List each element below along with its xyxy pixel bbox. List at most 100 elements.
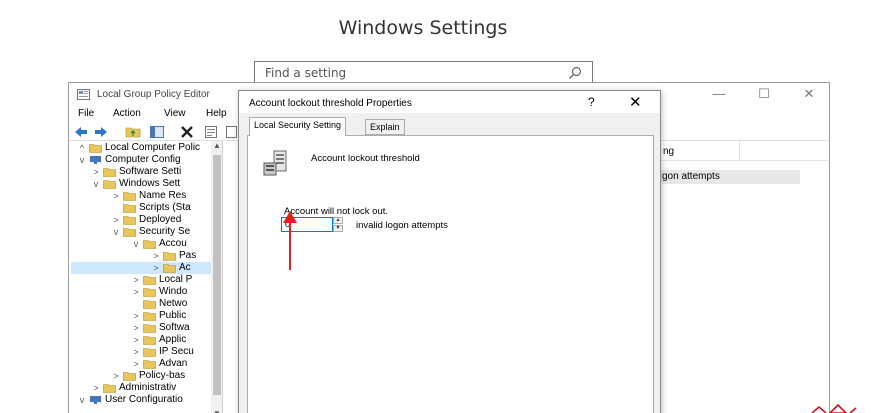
show-hide-tree-icon[interactable] <box>149 124 165 140</box>
tree-item-label: Windo <box>159 286 188 297</box>
annotation-arrow-icon <box>283 211 297 270</box>
tab-local-security-setting[interactable]: Local Security Setting <box>249 117 347 136</box>
tree-item[interactable]: > Windo <box>71 286 211 298</box>
menu-view[interactable]: View <box>164 108 186 119</box>
folder-icon <box>143 288 156 297</box>
tree-chevron-icon[interactable]: > <box>131 358 141 370</box>
help-button[interactable]: ? <box>588 95 595 109</box>
stepper-up-icon[interactable]: ▲ <box>333 217 343 224</box>
window-close-button[interactable]: ✕ <box>799 86 819 102</box>
policy-name: Account lockout threshold <box>311 153 420 164</box>
gpe-app-icon <box>77 89 90 100</box>
tree-chevron-icon[interactable]: > <box>131 274 141 286</box>
tree-item[interactable]: > Administrativ <box>71 382 211 394</box>
folder-icon <box>143 348 156 357</box>
tree-item[interactable]: v Windows Sett <box>71 178 211 190</box>
tree-item[interactable]: > Ac <box>71 262 211 274</box>
tree-chevron-icon[interactable]: > <box>111 214 121 226</box>
tree-item-label: Software Setti <box>119 166 182 177</box>
threshold-unit-label: invalid logon attempts <box>356 220 448 231</box>
dialog-title: Account lockout threshold Properties <box>249 98 412 109</box>
tree-item[interactable]: Netwo <box>71 298 211 310</box>
folder-icon <box>123 204 136 213</box>
folder-icon <box>143 276 156 285</box>
tree-item[interactable]: > Softwa <box>71 322 211 334</box>
stepper-down-icon[interactable]: ▼ <box>333 225 343 232</box>
tree-item-label: Accou <box>159 238 187 249</box>
tree-chevron-icon[interactable]: > <box>131 334 141 346</box>
tree-item-label: Local P <box>159 274 193 285</box>
tree-chevron-icon[interactable]: > <box>131 346 141 358</box>
tree-item[interactable]: ^ Local Computer Polic <box>71 142 211 154</box>
tree-item[interactable]: > Local P <box>71 274 211 286</box>
menu-action[interactable]: Action <box>113 108 141 119</box>
tree-chevron-icon[interactable]: > <box>131 322 141 334</box>
tree-scroll-thumb[interactable] <box>213 155 221 395</box>
tree-item[interactable]: > Applic <box>71 334 211 346</box>
tree-chevron-icon[interactable]: > <box>111 190 121 202</box>
tree-chevron-icon[interactable]: > <box>151 262 161 274</box>
folder-icon <box>123 192 136 201</box>
up-folder-icon[interactable] <box>125 124 141 140</box>
maximize-button[interactable]: ☐ <box>754 86 774 102</box>
folder-icon <box>103 168 116 177</box>
tree-item-label: Policy-bas <box>139 370 186 381</box>
tree-chevron-icon[interactable]: v <box>111 226 121 238</box>
scroll-down-arrow-icon[interactable]: ▼ <box>211 409 222 413</box>
tree-item-label: User Configuratio <box>105 394 183 405</box>
back-arrow-icon[interactable] <box>73 124 89 140</box>
tree-scrollbar[interactable]: ▲ ▼ <box>211 141 222 413</box>
menu-file[interactable]: File <box>78 108 94 119</box>
minimize-button[interactable]: — <box>709 86 729 101</box>
tree-chevron-icon[interactable]: > <box>131 310 141 322</box>
tree-item[interactable]: v Accou <box>71 238 211 250</box>
forward-arrow-icon[interactable] <box>93 124 109 140</box>
tree-item[interactable]: > Software Setti <box>71 166 211 178</box>
search-input[interactable] <box>255 62 565 84</box>
tree-chevron-icon[interactable]: v <box>91 178 101 190</box>
tree-item[interactable]: > Advan <box>71 358 211 370</box>
tree-chevron-icon[interactable]: ^ <box>77 142 87 154</box>
page-title: Windows Settings <box>338 17 508 39</box>
delete-icon[interactable] <box>179 124 195 140</box>
tree-item[interactable]: v Security Se <box>71 226 211 238</box>
tree-item[interactable]: > Policy-bas <box>71 370 211 382</box>
tree-item-label: Computer Config <box>105 154 181 165</box>
tab-explain[interactable]: Explain <box>365 119 405 135</box>
tree-item[interactable]: > Name Res <box>71 190 211 202</box>
tree-item-label: Deployed <box>139 214 182 225</box>
tree-item-label: Advan <box>159 358 188 369</box>
detail-column-header[interactable]: ng <box>659 141 829 161</box>
tree-chevron-icon[interactable]: v <box>77 394 87 406</box>
tree-chevron-icon[interactable]: > <box>91 166 101 178</box>
folder-icon <box>103 384 116 393</box>
tree-item[interactable]: v Computer Config <box>71 154 211 166</box>
tree-chevron-icon[interactable]: > <box>91 382 101 394</box>
properties-icon[interactable] <box>203 124 219 140</box>
tree-item[interactable]: > Deployed <box>71 214 211 226</box>
folder-icon <box>123 216 136 225</box>
tree-item[interactable]: > Pas <box>71 250 211 262</box>
column-divider[interactable] <box>739 141 740 161</box>
folder-icon <box>143 360 156 369</box>
scroll-up-arrow-icon[interactable]: ▲ <box>211 141 222 150</box>
tree-item[interactable]: Scripts (Sta <box>71 202 211 214</box>
detail-row-selected[interactable]: gon attempts <box>660 170 800 184</box>
export-list-icon[interactable] <box>223 124 239 140</box>
tree-item[interactable]: > IP Secu <box>71 346 211 358</box>
tree-item-label: Security Se <box>139 226 191 237</box>
tree-chevron-icon[interactable]: v <box>77 154 87 166</box>
policy-tree[interactable]: ^ Local Computer Polic v Computer Config > So… <box>71 141 223 413</box>
tree-chevron-icon[interactable]: > <box>151 250 161 262</box>
menu-help[interactable]: Help <box>206 108 227 119</box>
search-icon[interactable] <box>568 66 582 80</box>
tree-chevron-icon[interactable]: v <box>131 238 141 250</box>
properties-dialog: Account lockout threshold Properties ? ✕… <box>238 90 661 413</box>
folder-icon <box>143 240 156 249</box>
computer-icon <box>90 396 101 404</box>
dialog-close-button[interactable]: ✕ <box>629 93 642 111</box>
tree-item[interactable]: > Public <box>71 310 211 322</box>
tree-chevron-icon[interactable]: > <box>111 370 121 382</box>
tree-chevron-icon[interactable]: > <box>131 286 141 298</box>
tree-item[interactable]: v User Configuratio <box>71 394 211 406</box>
